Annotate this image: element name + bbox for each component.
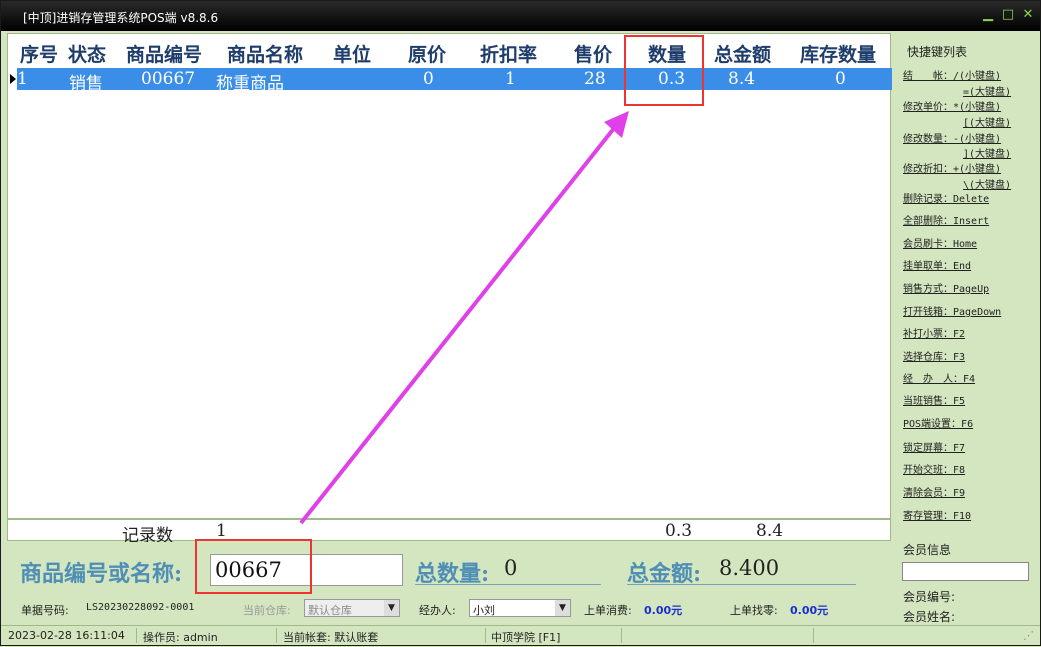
status-divider xyxy=(813,628,814,643)
shortcut-item[interactable]: 挂单取单：End xyxy=(903,257,971,272)
shortcut-item[interactable]: 全部删除：Insert xyxy=(903,212,989,227)
status-divider xyxy=(276,628,277,643)
cell-stock: 0 xyxy=(835,69,846,89)
warehouse-select[interactable]: 默认仓库 ▼ xyxy=(304,599,400,617)
bill-no-value: LS20230228092-0001 xyxy=(86,602,195,613)
shortcut-item[interactable]: \(大键盘) xyxy=(963,176,1011,191)
shortcut-item[interactable]: POS端设置：F6 xyxy=(903,415,973,430)
last-change-value: 0.00元 xyxy=(790,604,829,617)
grid-header: 序号 状态 商品编号 商品名称 单位 原价 折扣率 售价 数量 总金额 库存数量 xyxy=(8,34,890,68)
amount-underline xyxy=(627,584,856,585)
qty-underline xyxy=(415,584,601,585)
grid-footer: 记录数 1 0.3 8.4 xyxy=(7,519,891,546)
col-header-discount[interactable]: 折扣率 xyxy=(480,40,537,67)
chevron-down-icon: ▼ xyxy=(555,600,570,616)
warehouse-value: 默认仓库 xyxy=(308,604,352,617)
shortcut-item[interactable]: 打开钱箱：PageDown xyxy=(903,303,1001,318)
member-panel: 会员信息 会员编号: 会员姓名: xyxy=(895,533,1037,625)
cell-sale-price: 28 xyxy=(584,69,606,89)
col-header-name[interactable]: 商品名称 xyxy=(227,40,303,67)
shortcut-item[interactable]: 当班销售：F5 xyxy=(903,392,965,407)
handler-select[interactable]: 小刘 ▼ xyxy=(469,599,571,617)
info-bar: 单据号码: LS20230228092-0001 当前仓库: 默认仓库 ▼ 经办… xyxy=(7,597,891,623)
col-header-code[interactable]: 商品编号 xyxy=(126,40,202,67)
code-input-box[interactable] xyxy=(210,554,403,586)
cell-qty: 0.3 xyxy=(658,69,686,89)
shortcut-item[interactable]: 开始交班：F8 xyxy=(903,461,965,476)
cell-discount: 1 xyxy=(505,69,516,89)
shortcut-item[interactable]: 删除记录：Delete xyxy=(903,190,989,205)
col-header-price[interactable]: 原价 xyxy=(408,40,446,67)
total-qty-value: 0 xyxy=(504,556,518,580)
status-divider xyxy=(136,628,137,643)
status-operator: 操作员: admin xyxy=(143,631,218,644)
shortcut-item[interactable]: [(大键盘) xyxy=(963,114,1011,129)
close-icon[interactable]: ✕ xyxy=(1021,8,1035,22)
minimize-icon[interactable]: ▁ xyxy=(981,8,995,22)
status-divider xyxy=(485,628,486,643)
status-account: 当前帐套: 默认账套 xyxy=(283,631,379,644)
footer-count: 1 xyxy=(216,521,227,541)
col-header-no[interactable]: 序号 xyxy=(20,40,58,67)
shortcut-item[interactable]: ](大键盘) xyxy=(963,145,1011,160)
status-school: 中顶学院 [F1] xyxy=(491,631,561,644)
shortcut-item[interactable]: 补打小票：F2 xyxy=(903,325,965,340)
shortcut-item[interactable]: 修改单价：*(小键盘) xyxy=(903,98,1001,113)
last-change-label: 上单找零: xyxy=(730,604,778,617)
member-no-label: 会员编号: xyxy=(903,590,956,604)
shortcut-item[interactable]: 修改数量：-(小键盘) xyxy=(903,130,1001,145)
shortcut-title: 快捷键列表 xyxy=(907,45,968,59)
last-spend-label: 上单消费: xyxy=(584,604,632,617)
last-spend-value: 0.00元 xyxy=(644,604,683,617)
col-header-total[interactable]: 总金额 xyxy=(714,40,771,67)
handler-label: 经办人: xyxy=(419,604,456,617)
chevron-down-icon: ▼ xyxy=(384,600,399,616)
shortcut-item[interactable]: 寄存管理：F10 xyxy=(903,507,971,522)
col-header-unit[interactable]: 单位 xyxy=(333,40,371,67)
code-label: 商品编号或名称: xyxy=(20,561,183,587)
cell-price: 0 xyxy=(423,69,434,89)
footer-total: 8.4 xyxy=(756,521,784,541)
col-header-sale-price[interactable]: 售价 xyxy=(574,40,612,67)
pos-window: [中顶]进销存管理系统POS端 v8.8.6 ▁ □ ✕ 序号 状态 商品编号 … xyxy=(0,0,1041,646)
shortcut-item[interactable]: 清除会员：F9 xyxy=(903,484,965,499)
entry-bar: 商品编号或名称: 总数量: 0 总金额: 8.400 xyxy=(7,542,891,594)
status-bar: 2023-02-28 16:11:04 操作员: admin 当前帐套: 默认账… xyxy=(1,625,1040,645)
bill-no-label: 单据号码: xyxy=(21,604,69,617)
member-name-label: 会员姓名: xyxy=(903,610,956,624)
shortcut-item[interactable]: 会员刷卡：Home xyxy=(903,235,977,250)
shortcut-item[interactable]: 锁定屏幕：F7 xyxy=(903,439,965,454)
total-amount-value: 8.400 xyxy=(719,556,780,580)
member-card-input[interactable] xyxy=(902,562,1029,581)
member-title: 会员信息 xyxy=(903,543,952,557)
warehouse-label: 当前仓库: xyxy=(243,604,291,617)
status-divider xyxy=(621,628,622,643)
product-code-input[interactable] xyxy=(211,555,402,585)
sales-grid[interactable]: 序号 状态 商品编号 商品名称 单位 原价 折扣率 售价 数量 总金额 库存数量… xyxy=(7,33,892,519)
shortcut-item[interactable]: 经 办 人：F4 xyxy=(903,370,975,385)
shortcut-panel: 快捷键列表 结 帐：/(小键盘) =(大键盘) 修改单价：*(小键盘) [(大键… xyxy=(895,33,1037,539)
handler-value: 小刘 xyxy=(473,604,495,617)
shortcut-item[interactable]: 选择仓库：F3 xyxy=(903,348,965,363)
shortcut-item[interactable]: =(大键盘) xyxy=(963,83,1011,98)
resize-grip-icon[interactable]: ⋰ xyxy=(1023,629,1034,642)
shortcut-item[interactable]: 修改折扣：+(小键盘) xyxy=(903,160,1001,175)
current-row-indicator-icon xyxy=(10,74,16,84)
cell-name: 称重商品 xyxy=(216,74,284,94)
col-header-status[interactable]: 状态 xyxy=(68,40,106,67)
window-title: [中顶]进销存管理系统POS端 v8.8.6 xyxy=(23,11,219,25)
cell-code: 00667 xyxy=(141,69,196,89)
title-bar: [中顶]进销存管理系统POS端 v8.8.6 ▁ □ ✕ xyxy=(1,1,1040,31)
maximize-icon[interactable]: □ xyxy=(1001,8,1015,22)
shortcut-item[interactable]: 销售方式：PageUp xyxy=(903,280,989,295)
cell-total: 8.4 xyxy=(728,69,756,89)
cell-no: 1 xyxy=(17,69,28,89)
table-row[interactable]: 1 销售 00667 称重商品 0 1 28 0.3 8.4 0 xyxy=(17,68,892,94)
cell-status: 销售 xyxy=(69,74,103,94)
col-header-stock[interactable]: 库存数量 xyxy=(800,40,876,67)
shortcut-item[interactable]: 结 帐：/(小键盘) xyxy=(903,67,1001,82)
col-header-qty[interactable]: 数量 xyxy=(648,40,686,67)
status-datetime: 2023-02-28 16:11:04 xyxy=(8,629,125,642)
footer-qty: 0.3 xyxy=(665,521,693,541)
